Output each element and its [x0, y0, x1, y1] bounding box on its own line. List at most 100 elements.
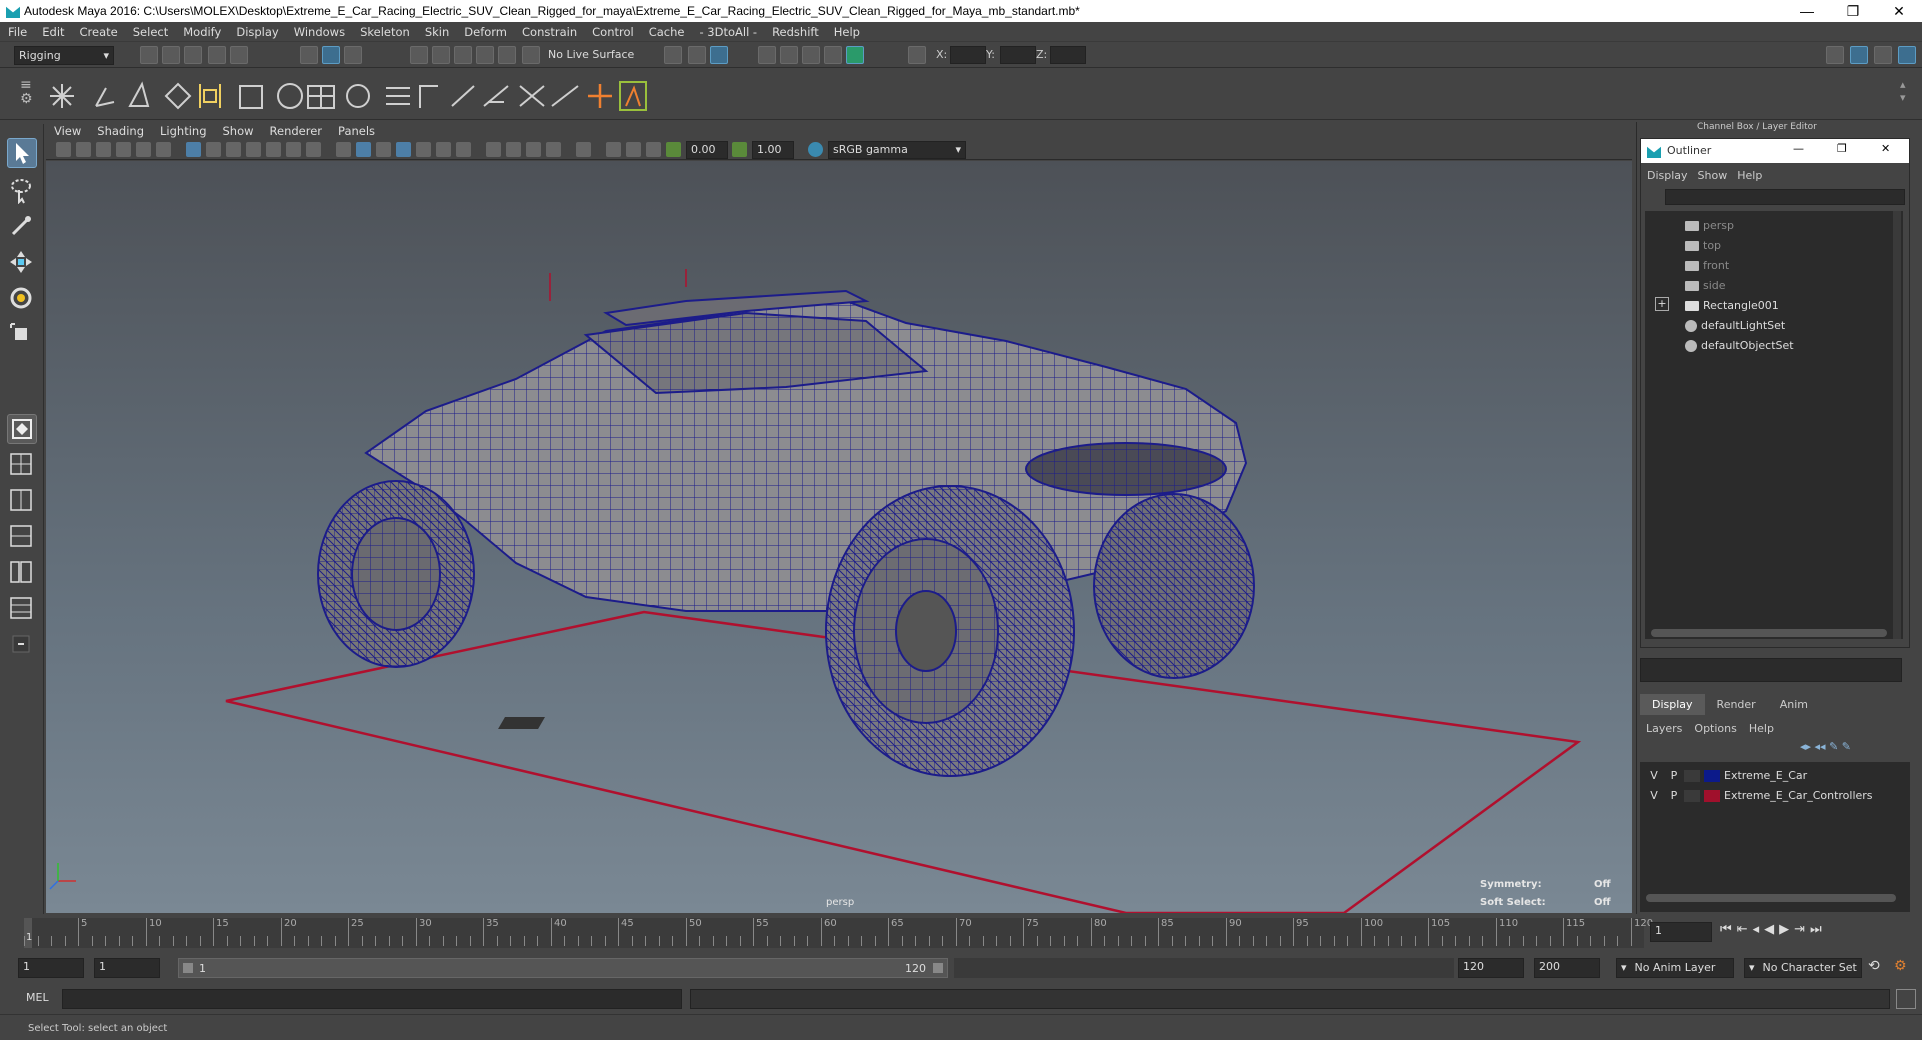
go-to-end-icon[interactable]: ⏭ — [1810, 922, 1827, 937]
safe-title-icon[interactable] — [306, 142, 321, 157]
shelf-scroll-icon[interactable]: ▴ ▾ — [1900, 78, 1910, 110]
snap-grid-icon[interactable] — [410, 46, 428, 64]
render-view-icon[interactable] — [824, 46, 842, 64]
outliner-maximize-button[interactable]: ❐ — [1837, 142, 1847, 155]
grid-toggle-icon[interactable] — [186, 142, 201, 157]
smooth-shade-icon[interactable] — [356, 142, 371, 157]
outliner-layout-icon[interactable] — [7, 522, 37, 552]
select-tool-icon[interactable] — [7, 138, 37, 168]
menu-display[interactable]: Display — [228, 22, 285, 39]
field-chart-icon[interactable] — [266, 142, 281, 157]
shelf-icons[interactable] — [44, 78, 684, 114]
construction-history-icon[interactable] — [710, 46, 728, 64]
output-ops-icon[interactable] — [688, 46, 706, 64]
ipr-render-icon[interactable] — [802, 46, 820, 64]
screen-space-ao-icon[interactable] — [526, 142, 541, 157]
menu-deform[interactable]: Deform — [456, 22, 514, 39]
outliner-search-input[interactable] — [1665, 189, 1905, 205]
menu-modify[interactable]: Modify — [175, 22, 228, 39]
play-back-icon[interactable]: ◀ — [1764, 922, 1779, 937]
resolution-gate-icon[interactable] — [226, 142, 241, 157]
outliner-item-rectangle001[interactable]: Rectangle001 — [1685, 297, 1779, 315]
attribute-editor-icon[interactable] — [1898, 46, 1916, 64]
menu-skin[interactable]: Skin — [417, 22, 456, 39]
scale-tool-icon[interactable] — [7, 320, 37, 350]
film-gate-icon[interactable] — [206, 142, 221, 157]
range-slider[interactable]: 1 120 — [178, 958, 948, 978]
isolate-select-icon[interactable] — [576, 142, 591, 157]
viewport-menu-show[interactable]: Show — [215, 122, 262, 138]
layer-playback-toggle[interactable]: P — [1664, 786, 1684, 806]
snap-view-icon[interactable] — [476, 46, 494, 64]
more-layouts-icon[interactable] — [7, 630, 37, 660]
undo-icon[interactable] — [208, 46, 226, 64]
hud-icon[interactable] — [626, 142, 641, 157]
step-forward-key-icon[interactable]: ⇥ — [1794, 922, 1810, 937]
viewport-menu-panels[interactable]: Panels — [330, 122, 383, 138]
redo-icon[interactable] — [230, 46, 248, 64]
y-field[interactable] — [1000, 46, 1036, 64]
character-set-dropdown[interactable]: ▾ No Character Set — [1744, 958, 1862, 978]
mode-dropdown[interactable]: Rigging ▾ — [14, 46, 114, 65]
select-component-icon[interactable] — [344, 46, 362, 64]
viewport-menu-lighting[interactable]: Lighting — [152, 122, 214, 138]
default-material-icon[interactable] — [376, 142, 391, 157]
playback-end-field[interactable]: 120 — [1458, 958, 1524, 978]
menu-constrain[interactable]: Constrain — [514, 22, 584, 39]
close-button[interactable]: ✕ — [1876, 0, 1922, 22]
menu-control[interactable]: Control — [584, 22, 641, 39]
2d-pan-zoom-icon[interactable] — [136, 142, 151, 157]
preferences-icon[interactable]: ⚙ — [1894, 958, 1907, 974]
color-space-dropdown[interactable]: sRGB gamma ▾ — [828, 141, 966, 159]
range-start-handle[interactable] — [183, 963, 193, 973]
hypergraph-layout-icon[interactable] — [7, 594, 37, 624]
layer-menu-layers[interactable]: Layers — [1646, 722, 1682, 735]
viewport-persp[interactable]: persp Symmetry: Off Soft Select: Off — [46, 161, 1632, 915]
layer-buttons[interactable]: ◂▸ ◂◂ ✎ ✎ — [1800, 740, 1900, 756]
go-to-start-icon[interactable]: ⏮ — [1720, 922, 1737, 937]
save-scene-icon[interactable] — [184, 46, 202, 64]
step-back-frame-icon[interactable]: ◂ — [1753, 922, 1765, 937]
transform-mode-icon[interactable] — [908, 46, 926, 64]
layer-color-swatch[interactable] — [1704, 770, 1720, 782]
outliner-menu-show[interactable]: Show — [1698, 169, 1728, 182]
shadows-icon[interactable] — [506, 142, 521, 157]
outliner-item-defaultobjectset[interactable]: defaultObjectSet — [1685, 337, 1794, 355]
layer-hscrollbar[interactable] — [1646, 894, 1896, 902]
outliner-minimize-button[interactable]: — — [1793, 142, 1804, 155]
rotate-tool-icon[interactable] — [7, 284, 37, 314]
lasso-tool-icon[interactable] — [7, 176, 37, 206]
outliner-close-button[interactable]: ✕ — [1881, 142, 1890, 155]
layer-row[interactable]: V P Extreme_E_Car_Controllers — [1644, 786, 1902, 806]
channel-box-area[interactable] — [1640, 658, 1902, 682]
outliner-menu-display[interactable]: Display — [1647, 169, 1688, 182]
xray-icon[interactable] — [416, 142, 431, 157]
viewport-menu-shading[interactable]: Shading — [89, 122, 152, 138]
outliner-item-defaultlightset[interactable]: defaultLightSet — [1685, 317, 1785, 335]
outliner-item-front[interactable]: front — [1685, 257, 1729, 275]
wireframe-icon[interactable] — [336, 142, 351, 157]
new-scene-icon[interactable] — [140, 46, 158, 64]
xray-components-icon[interactable] — [456, 142, 471, 157]
two-pane-layout-icon[interactable] — [7, 486, 37, 516]
image-plane-icon[interactable] — [116, 142, 131, 157]
layer-menu-options[interactable]: Options — [1694, 722, 1736, 735]
layer-menu-help[interactable]: Help — [1749, 722, 1774, 735]
layer-row[interactable]: V P Extreme_E_Car — [1644, 766, 1902, 786]
select-hierarchy-icon[interactable] — [300, 46, 318, 64]
script-editor-icon[interactable] — [1896, 989, 1916, 1009]
render-frame-icon[interactable] — [780, 46, 798, 64]
maximize-button[interactable]: ❐ — [1830, 0, 1876, 22]
textures-icon[interactable] — [606, 142, 621, 157]
menu-3dtoall[interactable]: - 3DtoAll - — [691, 22, 764, 39]
animation-end-field[interactable]: 200 — [1534, 958, 1600, 978]
range-end-handle[interactable] — [933, 963, 943, 973]
gate-mask-icon[interactable] — [246, 142, 261, 157]
current-frame-field[interactable]: 1 — [1650, 922, 1712, 942]
layer-visibility-toggle[interactable]: V — [1644, 766, 1664, 786]
mel-label[interactable]: MEL — [26, 991, 49, 1004]
outliner-vscrollbar[interactable] — [1893, 211, 1901, 639]
anti-aliasing-icon[interactable] — [646, 142, 661, 157]
outliner-hscrollbar[interactable] — [1651, 629, 1887, 637]
hypershade-icon[interactable] — [846, 46, 864, 64]
